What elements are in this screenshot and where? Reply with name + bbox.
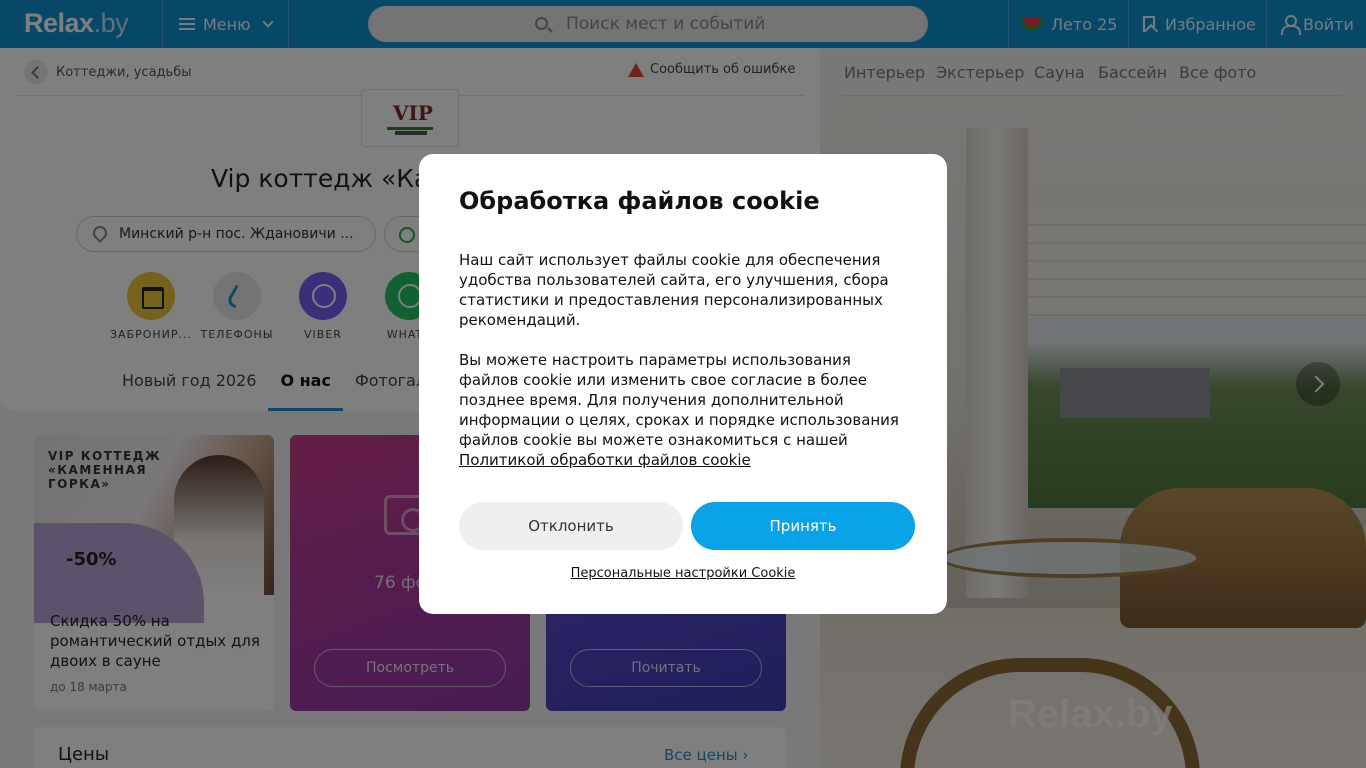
cookie-paragraph-1: Наш сайт использует файлы cookie для обе… xyxy=(459,251,889,329)
cookie-paragraph-2-text: Вы можете настроить параметры использова… xyxy=(459,351,899,449)
cookie-settings-link[interactable]: Персональные настройки Cookie xyxy=(419,566,947,581)
accept-button[interactable]: Принять xyxy=(691,502,915,550)
cookie-dialog-body: Наш сайт использует файлы cookie для обе… xyxy=(459,250,911,490)
cookie-dialog: Обработка файлов cookie Наш сайт использ… xyxy=(419,154,947,614)
cookie-paragraph-2: Вы можете настроить параметры использова… xyxy=(459,350,911,470)
cookie-dialog-title: Обработка файлов cookie xyxy=(459,187,820,215)
decline-button[interactable]: Отклонить xyxy=(459,502,683,550)
cookie-policy-link[interactable]: Политикой обработки файлов cookie xyxy=(459,451,751,469)
